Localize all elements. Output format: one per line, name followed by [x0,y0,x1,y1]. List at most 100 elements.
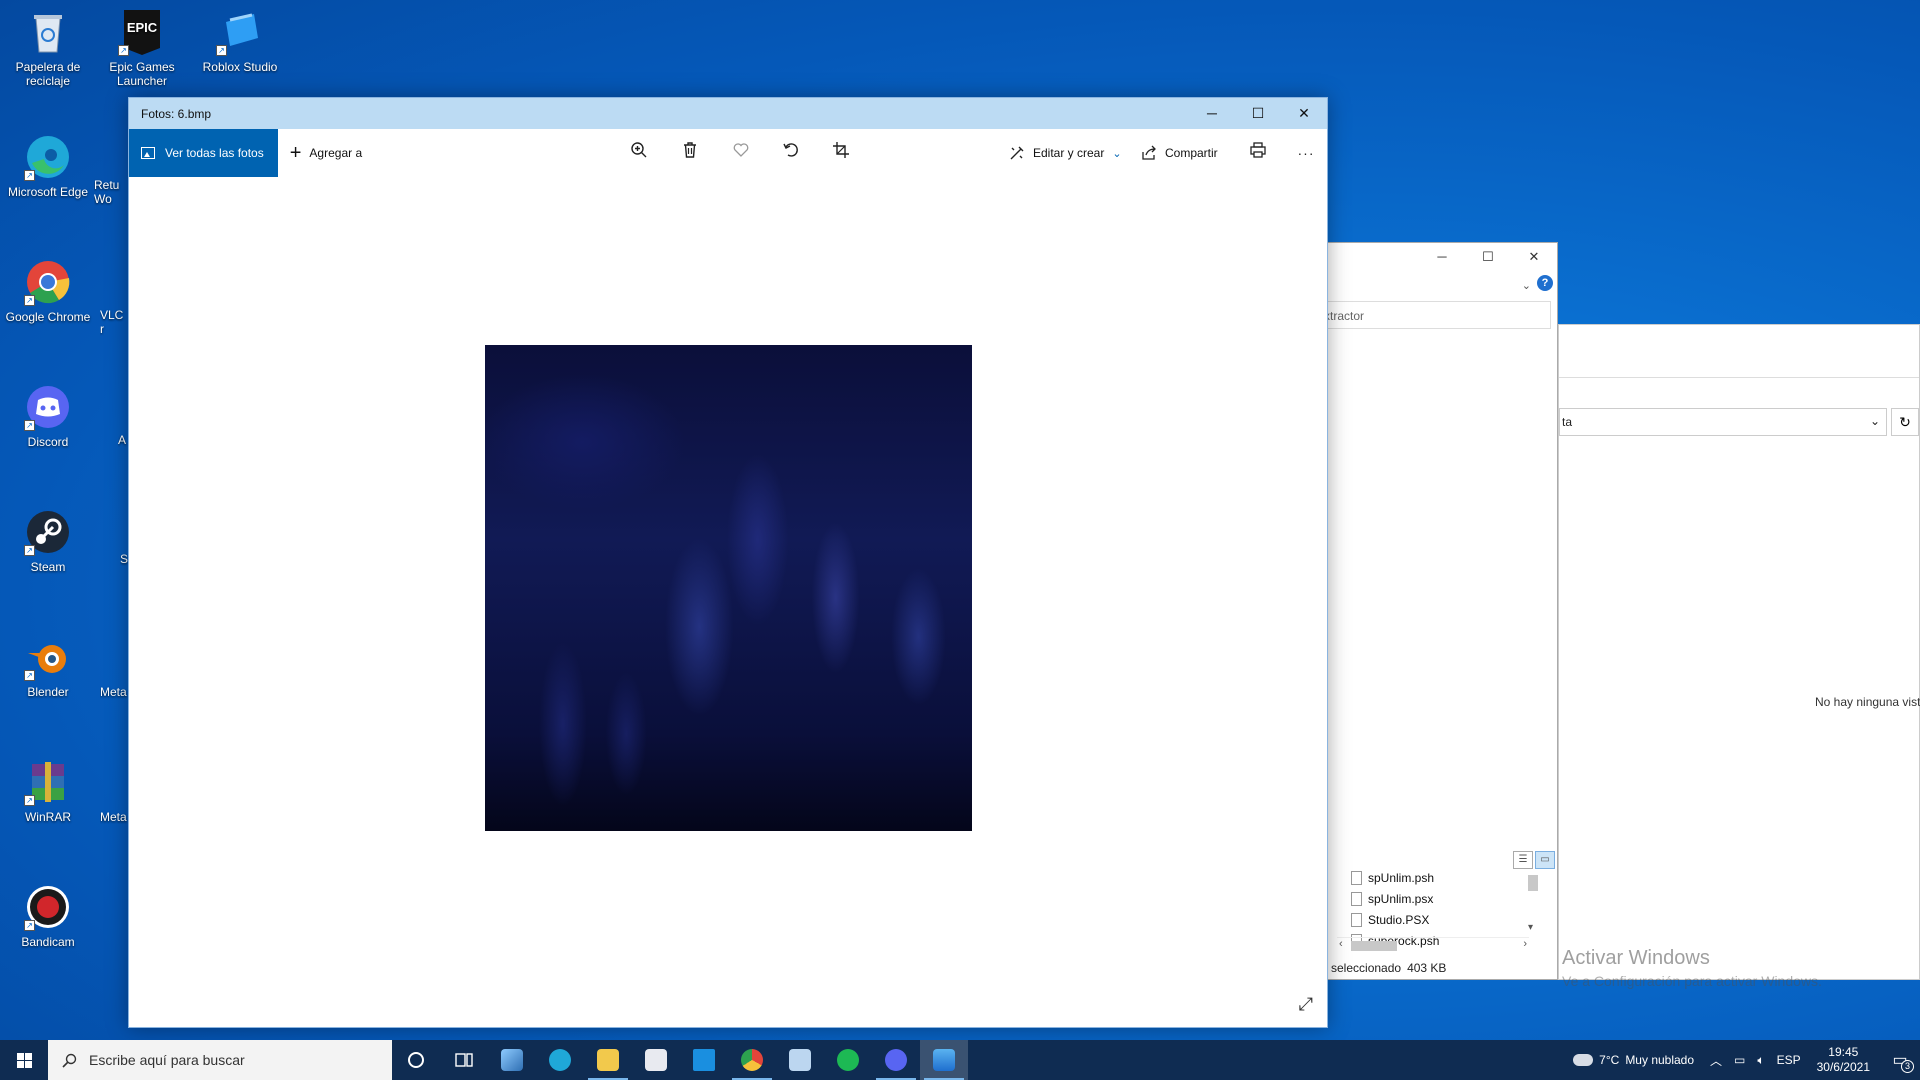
desktop-icon-roblox-studio[interactable]: ↗ Roblox Studio [194,2,286,74]
more-options-icon[interactable]: ··· [1294,141,1318,165]
scroll-right-icon[interactable]: › [1523,938,1527,950]
taskbar-app-mail[interactable] [680,1040,728,1080]
refresh-button[interactable]: ↻ [1891,408,1919,436]
minimize-button[interactable]: ─ [1189,98,1235,129]
desktop-icon-recycle-bin[interactable]: Papelera de reciclaje [2,2,94,88]
delete-icon[interactable] [678,141,702,165]
photos-icon [933,1049,955,1071]
taskbar-search-box[interactable]: Escribe aquí para buscar [48,1040,392,1080]
list-item[interactable]: Studio.PSX [1351,909,1439,930]
desktop-icon-partial[interactable]: Meta [100,810,128,824]
list-item[interactable]: spUnlim.psx [1351,888,1439,909]
cortana-button[interactable] [392,1040,440,1080]
taskbar-app-chrome[interactable] [728,1040,776,1080]
photo-image[interactable] [485,345,972,831]
desktop-icon-chrome[interactable]: ↗ Google Chrome [2,252,94,324]
edit-create-button[interactable]: Editar y crear ⌄ [1009,129,1122,177]
list-item[interactable]: spUnlim.psh [1351,867,1439,888]
path-combobox[interactable]: ta ⌄ [1559,408,1887,436]
epic-logo-text: EPIC [127,20,158,35]
taskbar-app-file-explorer[interactable] [584,1040,632,1080]
chevron-down-icon[interactable]: ⌄ [1870,414,1880,428]
desktop-icon-blender[interactable]: ↗ Blender [2,627,94,699]
shortcut-arrow-icon: ↗ [118,45,129,56]
clock[interactable]: 19:45 30/6/2021 [1807,1045,1880,1075]
scroll-thumb[interactable] [1351,941,1397,951]
taskbar-app-remote[interactable] [776,1040,824,1080]
task-view-button[interactable] [440,1040,488,1080]
chevron-down-icon[interactable]: ⌄ [1522,279,1531,292]
start-button[interactable] [0,1040,48,1080]
desktop-icon-partial[interactable]: S [120,552,128,566]
bandicam-icon: ↗ [24,883,72,931]
discord-icon [885,1049,907,1071]
desktop-icon-winrar[interactable]: ↗ WinRAR [2,752,94,824]
weather-cloud-icon [1569,1049,1594,1066]
vertical-scrollbar[interactable]: ▾ [1525,873,1541,933]
partial-label: Wo [94,192,112,206]
window-controls: ─ ☐ ✕ [1189,98,1327,129]
language-indicator[interactable]: ESP [1771,1053,1807,1067]
activate-windows-watermark: Activar Windows [1562,947,1710,969]
desktop-icon-label: Roblox Studio [202,60,278,74]
horizontal-scrollbar[interactable]: ‹ › [1337,937,1529,953]
rotate-icon[interactable] [779,141,803,165]
close-button[interactable]: ✕ [1281,98,1327,129]
minimize-button[interactable]: ─ [1419,243,1465,271]
desktop-icon-partial[interactable]: Meta [100,685,128,699]
notification-center-button[interactable]: ▭ 3 [1880,1040,1920,1080]
picture-icon [141,147,155,159]
view-toggle: ☰ ▭ [1513,851,1555,869]
partial-label: Retu [94,178,120,192]
network-icon[interactable]: ▭ [1728,1053,1751,1067]
desktop-icon-partial[interactable]: VLC r [100,308,128,336]
blender-icon: ↗ [24,633,72,681]
large-icons-view-icon[interactable]: ▭ [1535,851,1555,869]
help-icon[interactable]: ? [1537,275,1553,291]
details-view-icon[interactable]: ☰ [1513,851,1533,869]
zoom-in-icon[interactable] [627,141,651,165]
crop-icon[interactable] [829,141,853,165]
partial-label: Meta [100,810,127,824]
refresh-icon: ↻ [1899,414,1911,430]
recycle-bin-icon [24,8,72,56]
selection-size: 403 KB [1407,961,1447,975]
scroll-thumb[interactable] [1528,875,1538,891]
view-all-photos-button[interactable]: Ver todas las fotos [129,129,278,177]
desktop-icon-epic-games[interactable]: EPIC ↗ Epic Games Launcher [96,2,188,88]
chevron-down-icon: ⌄ [1112,147,1122,160]
notification-count-badge: 3 [1901,1060,1914,1073]
chevron-up-icon[interactable]: ︿ [1704,1052,1728,1069]
desktop-icon-edge[interactable]: ↗ Microsoft Edge [2,127,94,199]
desktop-icon-steam[interactable]: ↗ Steam [2,502,94,574]
volume-icon[interactable]: 🔈︎ [1751,1053,1770,1068]
desktop-icon-discord[interactable]: ↗ Discord [2,377,94,449]
favorite-heart-icon[interactable] [729,141,753,165]
taskbar-app-store[interactable] [632,1040,680,1080]
taskbar-app-photos[interactable] [920,1040,968,1080]
share-button[interactable]: Compartir [1141,129,1218,177]
scroll-down-icon[interactable]: ▾ [1528,922,1533,933]
taskbar-app-discord[interactable] [872,1040,920,1080]
search-input[interactable]: xtractor [1321,301,1551,329]
desktop-icon-bandicam[interactable]: ↗ Bandicam [2,877,94,949]
maximize-button[interactable]: ☐ [1465,243,1511,271]
title-bar[interactable]: Fotos: 6.bmp ─ ☐ ✕ [129,98,1327,129]
maximize-button[interactable]: ☐ [1235,98,1281,129]
weather-widget[interactable]: 7°C Muy nublado [1563,1049,1704,1067]
taskbar-app-spotify[interactable] [824,1040,872,1080]
add-to-button[interactable]: + Agregar a [278,143,362,163]
desktop-icon-partial[interactable]: Retu Wo [94,178,128,206]
taskbar-app-edge[interactable] [536,1040,584,1080]
scroll-left-icon[interactable]: ‹ [1339,938,1343,950]
close-button[interactable]: ✕ [1511,243,1557,271]
steam-icon: ↗ [24,508,72,556]
share-icon [1142,145,1156,160]
desktop-icon-partial[interactable]: A [118,433,128,447]
taskbar-app-pinned[interactable] [488,1040,536,1080]
fullscreen-expand-icon[interactable]: ⤢ [1299,994,1313,1015]
edge-icon [549,1049,571,1071]
spotify-icon [837,1049,859,1071]
print-icon[interactable] [1246,141,1270,165]
window-controls: ─ ☐ ✕ [1419,243,1557,271]
